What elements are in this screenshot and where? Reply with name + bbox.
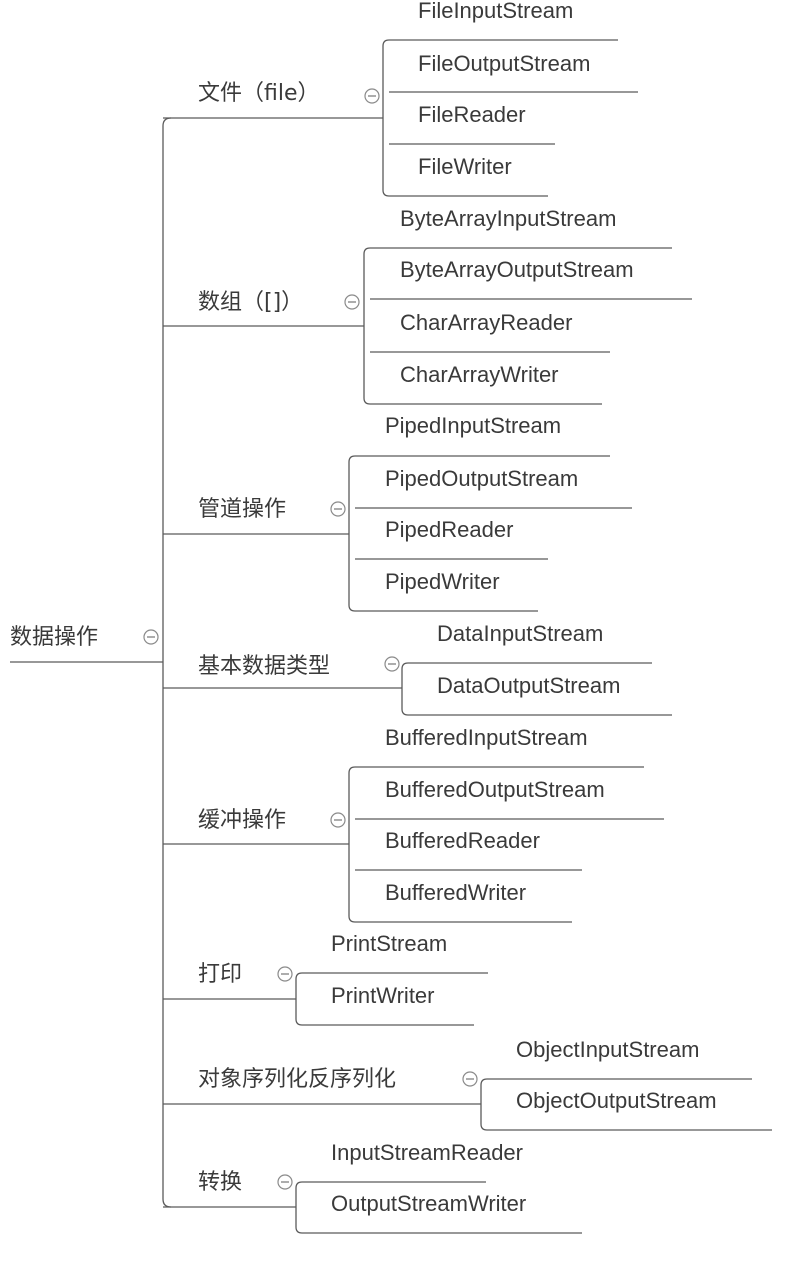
leaf-label: DataOutputStream <box>437 673 620 698</box>
branch-collapse-icon[interactable] <box>330 501 346 517</box>
leaf-label: ByteArrayOutputStream <box>400 257 634 282</box>
branch-collapse-icon[interactable] <box>277 966 293 982</box>
branch-label: 对象序列化反序列化 <box>198 1067 396 1092</box>
branch-collapse-icon[interactable] <box>330 812 346 828</box>
children-bracket-line <box>295 1181 303 1234</box>
mind-map: 数据操作 文件（file） FileInputStream FileOutputStr… <box>10 0 772 1234</box>
branch-label: 数组（[]） <box>198 290 303 315</box>
leaf-label: FileWriter <box>418 154 512 179</box>
root-trunk-line <box>162 117 172 1208</box>
branch-collapse-icon[interactable] <box>277 1174 293 1190</box>
leaf-label: PrintWriter <box>331 983 435 1008</box>
leaf-label: PipedInputStream <box>385 413 561 438</box>
leaf-label: CharArrayReader <box>400 310 572 335</box>
branch-collapse-icon[interactable] <box>364 88 380 104</box>
root-collapse-icon[interactable] <box>143 629 159 645</box>
leaf-label: ByteArrayInputStream <box>400 206 616 231</box>
children-bracket-line <box>401 662 409 716</box>
leaf-label: PrintStream <box>331 931 447 956</box>
children-bracket-line <box>295 972 303 1026</box>
children-bracket-line <box>348 766 356 923</box>
leaf-label: ObjectOutputStream <box>516 1088 717 1113</box>
children-bracket-line <box>480 1078 488 1131</box>
root-label: 数据操作 <box>10 625 98 650</box>
branch-collapse-icon[interactable] <box>384 656 400 672</box>
leaf-label: FileOutputStream <box>418 51 590 76</box>
leaf-label: FileReader <box>418 102 526 127</box>
leaf-label: BufferedOutputStream <box>385 777 605 802</box>
leaf-label: ObjectInputStream <box>516 1037 699 1062</box>
leaf-label: PipedWriter <box>385 569 500 594</box>
branch-label: 转换 <box>198 1170 242 1195</box>
leaf-label: BufferedReader <box>385 828 540 853</box>
leaf-label: PipedReader <box>385 517 513 542</box>
leaf-label: DataInputStream <box>437 621 603 646</box>
branch-label: 缓冲操作 <box>198 808 286 833</box>
children-bracket-line <box>382 39 390 197</box>
leaf-label: FileInputStream <box>418 0 573 23</box>
leaf-label: BufferedWriter <box>385 880 526 905</box>
branch-label: 文件（file） <box>198 81 320 106</box>
leaf-label: CharArrayWriter <box>400 362 559 387</box>
children-bracket-line <box>348 455 356 612</box>
branch-label: 打印 <box>198 962 242 987</box>
branch-collapse-icon[interactable] <box>462 1071 478 1087</box>
children-bracket-line <box>363 247 371 405</box>
leaf-label: OutputStreamWriter <box>331 1191 526 1216</box>
branch-label: 基本数据类型 <box>198 654 330 679</box>
branch-label: 管道操作 <box>198 497 286 522</box>
leaf-label: BufferedInputStream <box>385 725 588 750</box>
leaf-label: PipedOutputStream <box>385 466 578 491</box>
leaf-label: InputStreamReader <box>331 1140 523 1165</box>
branch-collapse-icon[interactable] <box>344 294 360 310</box>
mind-map-nodes: 数据操作 文件（file） FileInputStream FileOutputStr… <box>10 0 717 1216</box>
